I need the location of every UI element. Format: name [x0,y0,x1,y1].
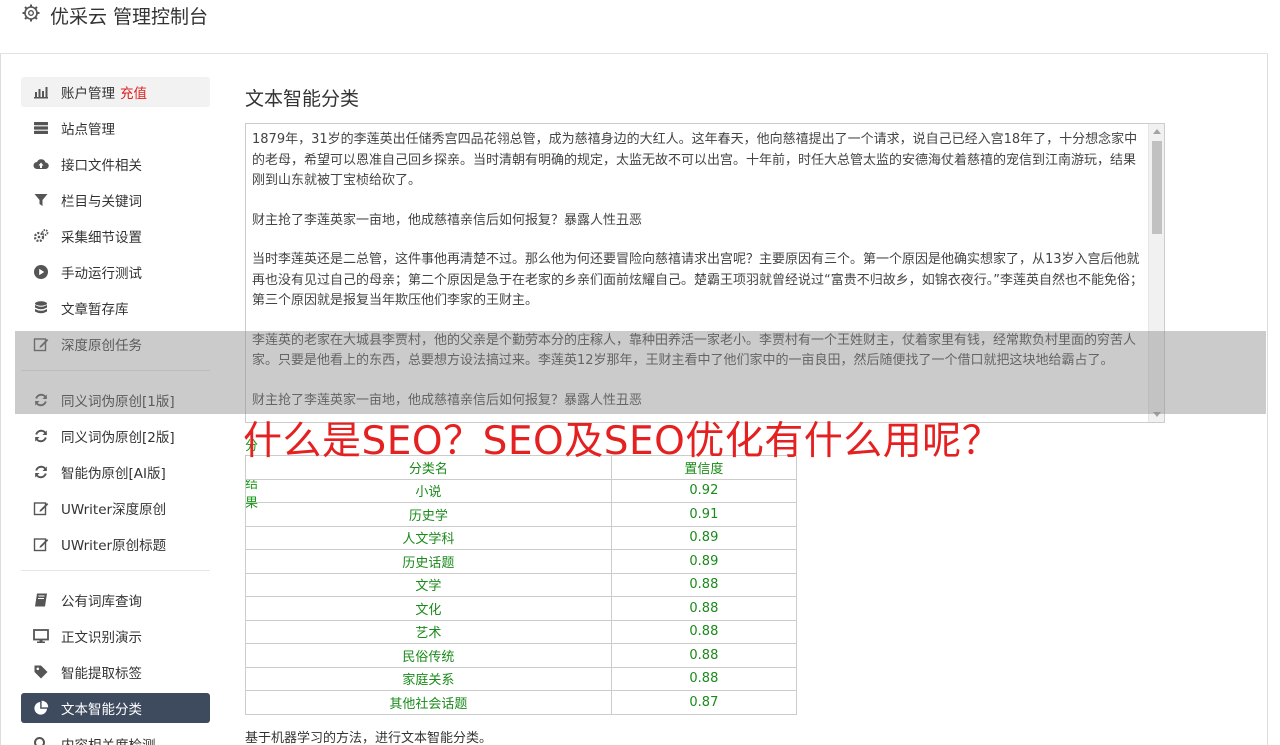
sidebar-item-label: 公有词库查询 [61,594,142,610]
app-title: 优采云 管理控制台 [50,6,209,28]
sidebar-item-synonym-v2[interactable]: 同义词伪原创[2版] [21,421,210,451]
table-row: 人文学科 0.89 [245,525,798,550]
sidebar-item-text-recognition[interactable]: 正文识别演示 [21,621,210,651]
sidebar-item-ai-rewrite[interactable]: 智能伪原创[AI版] [21,457,210,487]
category-cell: 人文学科 [245,525,612,550]
sidebar-item-text-classify[interactable]: 文本智能分类 [21,693,210,723]
sidebar-item-label: 栏目与关键词 [61,194,142,210]
sidebar-item-label: 账户管理 [61,86,115,102]
confidence-cell: 0.89 [610,549,798,574]
sidebar-item-label: 站点管理 [61,122,115,138]
overlay-headline: 什么是SEO？SEO及SEO优化有什么用呢？ [243,419,1002,464]
sidebar-item-label: 文本智能分类 [61,702,142,718]
table-row: 小说 0.92 [245,478,798,503]
confidence-cell: 0.88 [610,572,798,597]
category-cell: 文学 [245,572,612,597]
sidebar-item-label: 接口文件相关 [61,158,142,174]
gears-icon [33,228,49,244]
sidebar-item-label: UWriter原创标题 [61,538,167,554]
category-cell: 历史话题 [245,549,612,574]
cloud-upload-icon [33,156,49,172]
sidebar-item-uwriter-deep[interactable]: UWriter深度原创 [21,493,210,523]
table-row: 文化 0.88 [245,596,798,621]
tag-icon [33,664,49,680]
table-row: 其他社会话题 0.87 [245,690,798,715]
confidence-cell: 0.88 [610,596,798,621]
server-icon [33,120,49,136]
confidence-cell: 0.88 [610,619,798,644]
sidebar-item-account[interactable]: 账户管理 充值 [21,77,210,107]
table-row: 民俗传统 0.88 [245,643,798,668]
sidebar-item-label: 智能伪原创[AI版] [61,466,166,482]
overlay-banner [15,331,1266,414]
sidebar-item-label: 文章暂存库 [61,302,129,318]
filter-icon [33,192,49,208]
recharge-link[interactable]: 充值 [120,82,147,102]
page-title: 文本智能分类 [245,88,360,110]
category-cell: 民俗传统 [245,643,612,668]
database-icon [33,300,49,316]
sidebar-item-relevance-check[interactable]: 内容相关度检测 [21,729,210,745]
bar-chart-icon [33,84,49,100]
monitor-icon [33,628,49,644]
table-row: 文学 0.88 [245,572,798,597]
sidebar-item-public-dict[interactable]: 公有词库查询 [21,585,210,615]
method-note: 基于机器学习的方法，进行文本智能分类。 [245,731,493,745]
confidence-cell: 0.88 [610,666,798,691]
search-icon [33,736,49,745]
table-row: 家庭关系 0.88 [245,666,798,691]
refresh-icon [33,428,49,444]
edit-icon [33,500,49,516]
app-header: 优采云 管理控制台 [0,0,1268,54]
sidebar-item-keywords[interactable]: 栏目与关键词 [21,185,210,215]
sidebar-item-collect-settings[interactable]: 采集细节设置 [21,221,210,251]
confidence-cell: 0.89 [610,525,798,550]
text-paragraph: 财主抢了李莲英家一亩地，他成慈禧亲信后如何报复？暴露人性丑恶 [252,212,643,228]
scroll-up-arrow-icon[interactable] [1153,129,1161,134]
text-paragraph: 当时李莲英还是二总管，这件事他再清楚不过。那么他为何还要冒险向慈禧请求出宫呢？主… [252,252,1143,308]
category-cell: 文化 [245,596,612,621]
confidence-cell: 0.88 [610,643,798,668]
category-cell: 其他社会话题 [245,690,612,715]
confidence-cell: 0.92 [610,478,798,503]
table-row: 历史话题 0.89 [245,549,798,574]
table-row: 历史学 0.91 [245,502,798,527]
category-cell: 艺术 [245,619,612,644]
sidebar-item-label: 采集细节设置 [61,230,142,246]
table-row: 艺术 0.88 [245,619,798,644]
category-cell: 家庭关系 [245,666,612,691]
sidebar-item-sites[interactable]: 站点管理 [21,113,210,143]
scroll-thumb[interactable] [1152,141,1162,234]
sidebar-item-uwriter-title[interactable]: UWriter原创标题 [21,529,210,559]
sidebar-divider [21,570,210,571]
sidebar-item-label: 智能提取标签 [61,666,142,682]
sidebar-item-manual-run[interactable]: 手动运行测试 [21,257,210,287]
classification-table: 分类名 置信度 小说 0.92 历史学 0.91 人文学科 0.89 历史话题 0.89… [245,455,798,715]
edit-icon [33,536,49,552]
sidebar-item-label: 正文识别演示 [61,630,142,646]
sidebar-item-label: 同义词伪原创[2版] [61,430,175,446]
sidebar-item-label: 内容相关度检测 [61,734,156,745]
category-cell: 小说 [245,478,612,503]
sidebar-item-article-store[interactable]: 文章暂存库 [21,293,210,323]
text-paragraph: 1879年，31岁的李莲英出任储秀宫四品花翎总管，成为慈禧身边的大红人。这年春天… [252,132,1138,188]
book-icon [33,592,49,608]
sidebar-item-label: 手动运行测试 [61,266,142,282]
gear-icon[interactable] [22,4,40,22]
refresh-icon [33,464,49,480]
sidebar-item-interface-files[interactable]: 接口文件相关 [21,149,210,179]
play-circle-icon [33,264,49,280]
sidebar-item-extract-tags[interactable]: 智能提取标签 [21,657,210,687]
pie-chart-icon [33,700,49,716]
confidence-cell: 0.91 [610,502,798,527]
category-cell: 历史学 [245,502,612,527]
sidebar-item-label: UWriter深度原创 [61,502,167,518]
confidence-cell: 0.87 [610,690,798,715]
